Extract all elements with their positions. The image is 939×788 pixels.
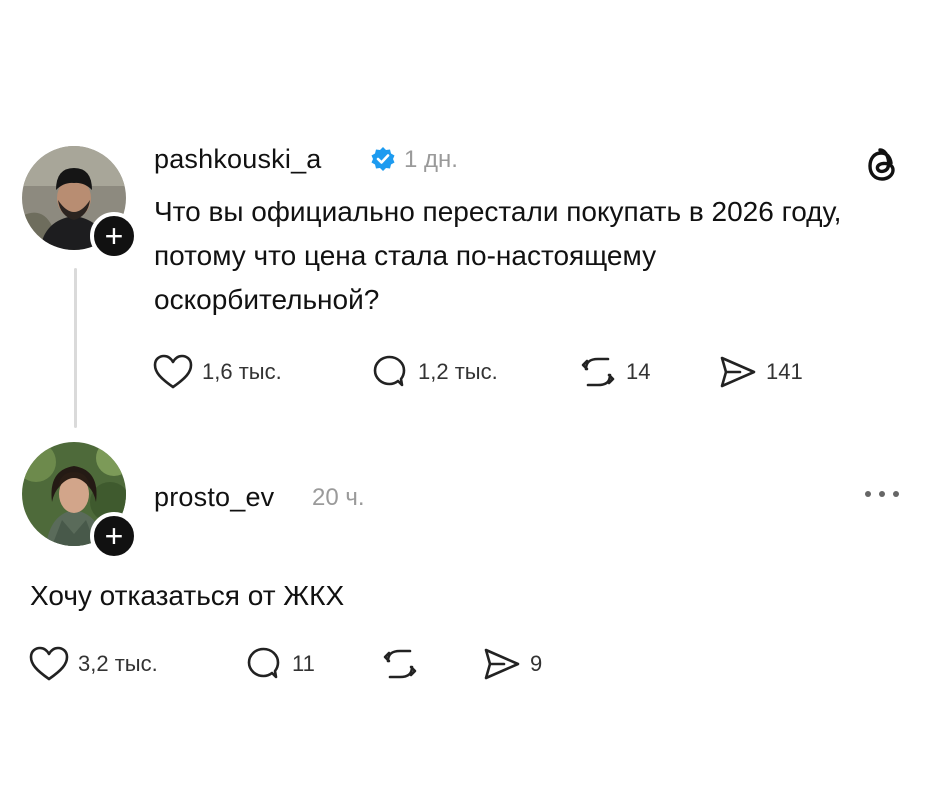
like-action[interactable]: 1,6 тыс. — [152, 352, 282, 392]
follow-button-pashkouski[interactable]: + — [90, 212, 138, 260]
share-count: 141 — [766, 359, 803, 384]
repost-icon — [380, 644, 420, 684]
comment-action[interactable]: 1,2 тыс. — [370, 352, 498, 392]
share-action[interactable]: 141 — [716, 352, 803, 392]
reply-like-action[interactable]: 3,2 тыс. — [28, 644, 158, 684]
reply-share-action[interactable]: 9 — [480, 644, 542, 684]
reply-repost-action[interactable] — [380, 644, 428, 684]
thread-connector-line — [74, 268, 77, 428]
reply-like-count: 3,2 тыс. — [78, 651, 158, 676]
post-timestamp: 1 дн. — [404, 146, 458, 173]
reply-comment-count: 11 — [292, 651, 315, 676]
plus-icon: + — [104, 218, 124, 254]
send-icon — [480, 644, 522, 684]
reply-comment-action[interactable]: 11 — [244, 644, 315, 684]
post-username[interactable]: pashkouski_a — [154, 144, 322, 175]
plus-icon: + — [104, 518, 124, 554]
reply-timestamp: 20 ч. — [312, 484, 365, 511]
post-text: Что вы официально перестали покупать в 2… — [154, 196, 842, 315]
reply-username[interactable]: prosto_ev — [154, 482, 274, 513]
send-icon — [716, 352, 758, 392]
repost-icon — [578, 352, 618, 392]
repost-count: 14 — [626, 359, 651, 384]
repost-action[interactable]: 14 — [578, 352, 650, 392]
reply-text: Хочу отказаться от ЖКХ — [30, 580, 345, 611]
follow-button-prosto-ev[interactable]: + — [90, 512, 138, 560]
comment-bubble-icon — [370, 352, 410, 392]
heart-icon — [28, 645, 70, 683]
heart-icon — [152, 353, 194, 391]
threads-logo-icon[interactable] — [862, 144, 902, 186]
reply-share-count: 9 — [530, 651, 543, 676]
more-dots-icon[interactable] — [862, 488, 902, 500]
verified-badge-icon — [370, 146, 396, 172]
comment-count: 1,2 тыс. — [418, 359, 498, 384]
comment-bubble-icon — [244, 644, 284, 684]
like-count: 1,6 тыс. — [202, 359, 282, 384]
